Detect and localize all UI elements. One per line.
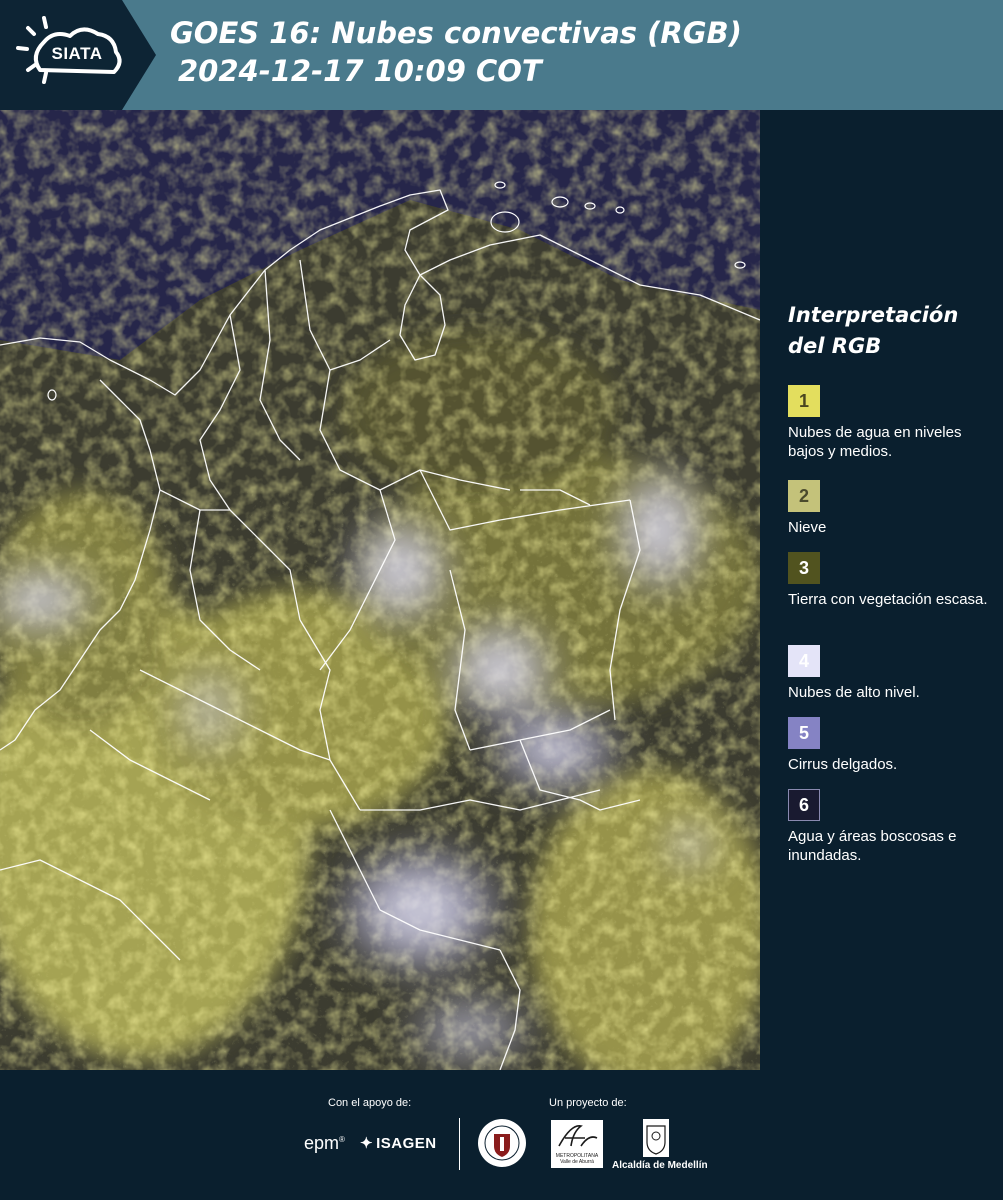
legend-swatch: 2 — [788, 480, 820, 512]
legend-number: 5 — [798, 722, 809, 743]
legend-label: Agua y áreas boscosas e inundadas. — [788, 828, 957, 864]
siata-logo: SIATA — [0, 0, 156, 110]
legend-title: Interpretación del RGB — [788, 303, 959, 358]
area-metropolitana-caption: METROPOLITANA Valle de Aburrá — [555, 1153, 599, 1165]
siata-logo-text: SIATA — [51, 44, 103, 63]
isagen-logo: ✦ ISAGEN — [360, 1135, 437, 1152]
isagen-mark-icon: ✦ — [360, 1135, 374, 1152]
legend-label: Nubes de alto nivel. — [788, 684, 920, 701]
legend-item: 1 Nubes de agua en niveles bajos y medio… — [788, 385, 988, 461]
legend-label: Cirrus delgados. — [788, 756, 898, 773]
legend-number: 1 — [798, 390, 809, 411]
legend-item: 6 Agua y áreas boscosas e inundadas. — [788, 789, 988, 865]
legend-number: 3 — [798, 557, 809, 578]
project-label: Un proyecto de: — [549, 1097, 627, 1109]
legend-swatch: 1 — [788, 385, 820, 417]
legend-swatch: 4 — [788, 645, 820, 677]
footer: Con el apoyo de: Un proyecto de: epm® ✦ I… — [0, 1070, 1003, 1200]
legend-number: 6 — [798, 794, 809, 815]
footer-divider — [459, 1118, 460, 1170]
page-title: GOES 16: Nubes convectivas (RGB) — [170, 16, 742, 50]
alcaldia-label: Alcaldía de Medellín — [612, 1160, 708, 1171]
legend-item: 3 Tierra con vegetación escasa. — [788, 552, 988, 609]
support-label: Con el apoyo de: — [328, 1097, 412, 1109]
legend-swatch: 5 — [788, 717, 820, 749]
legend-number: 2 — [798, 485, 809, 506]
legend-swatch: 6 — [788, 789, 820, 821]
epm-logo: epm® — [304, 1133, 345, 1153]
legend-label: Nieve — [788, 519, 827, 536]
legend-label: Tierra con vegetación escasa. — [788, 591, 988, 608]
legend-number: 4 — [798, 650, 809, 671]
legend-panel: Interpretación del RGB — [778, 300, 988, 362]
legend-item: 2 Nieve — [788, 480, 988, 537]
legend-label: Nubes de agua en niveles bajos y medios. — [788, 424, 962, 460]
page-timestamp: 2024-12-17 10:09 COT — [178, 54, 542, 88]
satellite-rgb-map — [0, 110, 760, 1070]
alcaldia-seal-icon — [643, 1119, 669, 1157]
legend-item: 4 Nubes de alto nivel. — [788, 645, 988, 702]
legend-item: 5 Cirrus delgados. — [788, 717, 988, 774]
header-bar: SIATA GOES 16: Nubes convectivas (RGB) 2… — [0, 0, 1003, 110]
medellin-seal-icon — [478, 1119, 526, 1167]
legend-swatch: 3 — [788, 552, 820, 584]
